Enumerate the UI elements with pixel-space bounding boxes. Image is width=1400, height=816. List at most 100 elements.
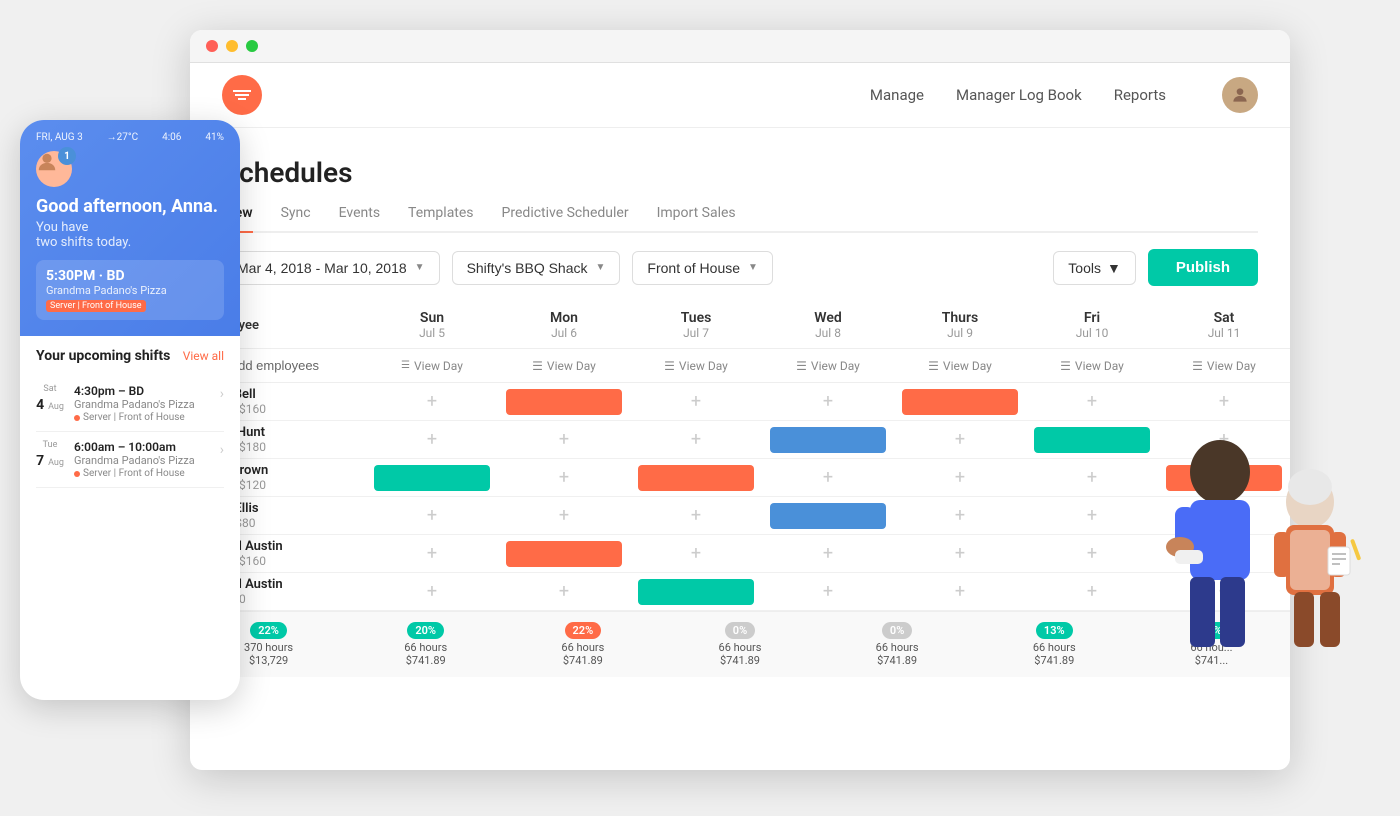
empty-shift-cell[interactable]: + [498, 497, 630, 535]
empty-shift-cell[interactable]: + [498, 459, 630, 497]
add-shift-button[interactable]: + [1034, 505, 1150, 526]
add-shift-button[interactable]: + [374, 543, 490, 564]
add-shift-button[interactable]: + [1034, 543, 1150, 564]
shift-bar[interactable] [638, 465, 754, 491]
tab-sync[interactable]: Sync [281, 205, 311, 231]
empty-shift-cell[interactable]: + [1026, 497, 1158, 535]
shift-bar[interactable] [770, 427, 886, 453]
view-day-wed-btn[interactable]: ☰ View Day [770, 359, 886, 373]
shift-bar[interactable] [374, 465, 490, 491]
shift-cell[interactable] [762, 497, 894, 535]
view-day-fri-btn[interactable]: ☰ View Day [1034, 359, 1150, 373]
add-shift-button[interactable]: + [770, 581, 886, 602]
shift-bar[interactable] [902, 389, 1018, 415]
add-shift-button[interactable]: + [1166, 505, 1282, 526]
empty-shift-cell[interactable]: + [498, 573, 630, 611]
window-minimize-dot[interactable] [226, 40, 238, 52]
shift-cell[interactable] [762, 421, 894, 459]
add-shift-button[interactable]: + [902, 505, 1018, 526]
add-shift-button[interactable]: + [1166, 429, 1282, 450]
empty-shift-cell[interactable]: + [630, 383, 762, 421]
empty-shift-cell[interactable]: + [894, 535, 1026, 573]
empty-shift-cell[interactable]: + [1026, 573, 1158, 611]
empty-shift-cell[interactable]: + [894, 421, 1026, 459]
window-maximize-dot[interactable] [246, 40, 258, 52]
publish-button[interactable]: Publish [1148, 249, 1258, 286]
add-shift-button[interactable]: + [638, 429, 754, 450]
shift-cell[interactable] [498, 535, 630, 573]
empty-shift-cell[interactable]: + [1158, 421, 1290, 459]
add-shift-button[interactable]: + [1034, 467, 1150, 488]
empty-shift-cell[interactable]: + [894, 497, 1026, 535]
tools-button[interactable]: Tools ▼ [1053, 251, 1136, 285]
view-day-mon-btn[interactable]: ☰ View Day [506, 359, 622, 373]
view-day-thurs-btn[interactable]: ☰ View Day [902, 359, 1018, 373]
empty-shift-cell[interactable]: + [366, 497, 498, 535]
add-shift-button[interactable]: + [1034, 391, 1150, 412]
empty-shift-cell[interactable]: + [498, 421, 630, 459]
empty-shift-cell[interactable]: + [630, 421, 762, 459]
empty-shift-cell[interactable]: + [1158, 383, 1290, 421]
add-shift-button[interactable]: + [506, 467, 622, 488]
add-shift-button[interactable]: + [770, 391, 886, 412]
shift-cell[interactable] [498, 383, 630, 421]
tab-import-sales[interactable]: Import Sales [657, 205, 736, 231]
date-range-picker[interactable]: Mar 4, 2018 - Mar 10, 2018 ▼ [222, 251, 440, 285]
empty-shift-cell[interactable]: + [762, 573, 894, 611]
empty-shift-cell[interactable]: + [762, 459, 894, 497]
add-shift-button[interactable]: + [506, 581, 622, 602]
shift-cell[interactable] [630, 573, 762, 611]
add-shift-button[interactable]: + [506, 505, 622, 526]
empty-shift-cell[interactable]: + [1158, 573, 1290, 611]
add-shift-button[interactable]: + [1166, 543, 1282, 564]
empty-shift-cell[interactable]: + [1026, 383, 1158, 421]
empty-shift-cell[interactable]: + [366, 421, 498, 459]
empty-shift-cell[interactable]: + [1158, 535, 1290, 573]
empty-shift-cell[interactable]: + [630, 535, 762, 573]
add-shift-button[interactable]: + [902, 581, 1018, 602]
shift-cell[interactable] [1026, 421, 1158, 459]
empty-shift-cell[interactable]: + [1158, 497, 1290, 535]
shift-cell[interactable] [1158, 459, 1290, 497]
shift-bar[interactable] [506, 389, 622, 415]
user-avatar[interactable] [1222, 77, 1258, 113]
add-shift-button[interactable]: + [770, 467, 886, 488]
empty-shift-cell[interactable]: + [366, 535, 498, 573]
empty-shift-cell[interactable]: + [630, 497, 762, 535]
add-shift-button[interactable]: + [1166, 391, 1282, 412]
shift-bar[interactable] [770, 503, 886, 529]
shift-cell[interactable] [630, 459, 762, 497]
view-day-tues-btn[interactable]: ☰ View Day [638, 359, 754, 373]
empty-shift-cell[interactable]: + [1026, 459, 1158, 497]
empty-shift-cell[interactable]: + [894, 573, 1026, 611]
add-shift-button[interactable]: + [638, 505, 754, 526]
tab-events[interactable]: Events [339, 205, 380, 231]
add-shift-button[interactable]: + [638, 543, 754, 564]
window-close-dot[interactable] [206, 40, 218, 52]
empty-shift-cell[interactable]: + [762, 535, 894, 573]
shift-cell[interactable] [366, 459, 498, 497]
add-shift-button[interactable]: + [374, 429, 490, 450]
tab-predictive-scheduler[interactable]: Predictive Scheduler [502, 205, 629, 231]
add-shift-button[interactable]: + [902, 429, 1018, 450]
shift-bar[interactable] [506, 541, 622, 567]
empty-shift-cell[interactable]: + [762, 383, 894, 421]
location-picker[interactable]: Shifty's BBQ Shack ▼ [452, 251, 621, 285]
add-shift-button[interactable]: + [374, 391, 490, 412]
empty-shift-cell[interactable]: + [366, 383, 498, 421]
shift-bar[interactable] [1034, 427, 1150, 453]
shift-cell[interactable] [894, 383, 1026, 421]
empty-shift-cell[interactable]: + [894, 459, 1026, 497]
add-shift-button[interactable]: + [638, 391, 754, 412]
nav-reports[interactable]: Reports [1114, 86, 1166, 104]
tab-templates[interactable]: Templates [408, 205, 474, 231]
shift-bar[interactable] [1166, 465, 1282, 491]
view-day-sun-btn[interactable]: ☰ View Day [374, 359, 490, 373]
add-shift-button[interactable]: + [1034, 581, 1150, 602]
view-day-sat-btn[interactable]: ☰ View Day [1166, 359, 1282, 373]
add-shift-button[interactable]: + [902, 543, 1018, 564]
add-shift-button[interactable]: + [770, 543, 886, 564]
add-shift-button[interactable]: + [374, 581, 490, 602]
empty-shift-cell[interactable]: + [1026, 535, 1158, 573]
add-shift-button[interactable]: + [506, 429, 622, 450]
